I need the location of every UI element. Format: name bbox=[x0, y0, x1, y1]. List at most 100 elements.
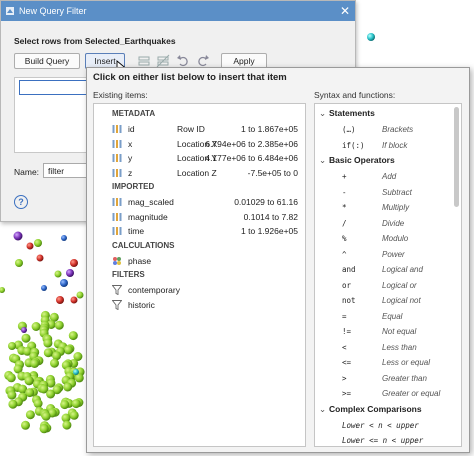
name-input[interactable]: filter bbox=[43, 163, 89, 178]
syntax-code: if(:) bbox=[342, 140, 365, 150]
syntax-description: Multiply bbox=[382, 203, 410, 212]
chevron-down-icon: ⌄ bbox=[319, 403, 327, 414]
syntax-description: Divide bbox=[382, 218, 405, 228]
filter-icon bbox=[111, 299, 123, 310]
redo-icon[interactable] bbox=[196, 54, 210, 68]
item-name: phase bbox=[128, 255, 152, 266]
chevron-down-icon: ⌄ bbox=[319, 155, 327, 165]
add-row-icon[interactable] bbox=[137, 54, 151, 68]
syntax-row[interactable]: (…) Brackets bbox=[315, 123, 461, 136]
chevron-down-icon: ⌄ bbox=[319, 108, 327, 118]
syntax-row[interactable]: + Add bbox=[315, 170, 461, 183]
syntax-code: >= bbox=[342, 389, 352, 398]
syntax-row[interactable]: >= Greater or equal bbox=[315, 387, 461, 400]
item-description: Row ID bbox=[177, 124, 205, 134]
syntax-row[interactable]: > Greater than bbox=[315, 372, 461, 385]
syntax-section-heading[interactable]: ⌄ Basic Operators bbox=[319, 155, 395, 166]
section-label: Select rows from Selected_Earthquakes bbox=[14, 36, 176, 46]
dialog-titlebar: New Query Filter ✕ bbox=[1, 1, 355, 21]
item-name: x bbox=[128, 138, 133, 149]
syntax-row[interactable]: ^ Power bbox=[315, 248, 461, 261]
item-range: 4.177e+06 to 6.484e+06 bbox=[205, 153, 298, 163]
syntax-code: = bbox=[342, 311, 347, 321]
item-name: historic bbox=[128, 299, 155, 310]
syntax-description: Add bbox=[382, 172, 397, 181]
item-row[interactable]: magnitude 0.1014 to 7.82 bbox=[94, 211, 305, 224]
item-range: 1 to 1.926e+05 bbox=[241, 226, 298, 236]
syntax-code: < bbox=[342, 342, 347, 352]
syntax-description: Greater than bbox=[382, 373, 427, 383]
syntax-code: ^ bbox=[342, 249, 347, 259]
syntax-description: If block bbox=[382, 140, 408, 150]
remove-row-icon[interactable] bbox=[156, 54, 170, 68]
syntax-code: / bbox=[342, 218, 347, 228]
syntax-description: Subtract bbox=[382, 187, 412, 197]
syntax-description: Equal bbox=[382, 311, 403, 321]
syntax-description: Logical not bbox=[382, 296, 421, 305]
item-row[interactable]: time 1 to 1.926e+05 bbox=[94, 225, 305, 238]
group-heading: FILTERS bbox=[112, 270, 145, 279]
syntax-section-title: Basic Operators bbox=[329, 155, 395, 165]
syntax-functions-label: Syntax and functions: bbox=[314, 90, 396, 100]
item-range: -7.5e+05 to 0 bbox=[247, 167, 298, 178]
item-row[interactable]: id Row ID 1 to 1.867e+05 bbox=[94, 123, 305, 136]
syntax-description: Brackets bbox=[382, 125, 414, 134]
item-row[interactable]: contemporary bbox=[94, 284, 305, 297]
close-icon[interactable]: ✕ bbox=[335, 1, 355, 21]
syntax-row[interactable]: < Less than bbox=[315, 341, 461, 354]
syntax-row[interactable]: = Equal bbox=[315, 310, 461, 323]
syntax-code: not bbox=[342, 296, 356, 305]
build-query-button[interactable]: Build Query bbox=[14, 53, 80, 69]
insert-item-popup: Click on either list below to insert tha… bbox=[86, 67, 470, 453]
syntax-code: > bbox=[342, 373, 347, 383]
column-icon bbox=[112, 153, 122, 163]
syntax-section-heading[interactable]: ⌄ Statements bbox=[319, 108, 375, 119]
column-icon bbox=[112, 139, 122, 149]
item-name: magnitude bbox=[128, 211, 168, 222]
syntax-row[interactable]: % Modulo bbox=[315, 232, 461, 245]
item-row[interactable]: x Location X 6.794e+06 to 2.385e+06 bbox=[94, 138, 305, 151]
syntax-row[interactable]: and Logical and bbox=[315, 263, 461, 276]
syntax-description: Logical or bbox=[382, 280, 417, 290]
item-name: mag_scaled bbox=[128, 197, 174, 207]
syntax-row[interactable]: * Multiply bbox=[315, 201, 461, 214]
popup-title: Click on either list below to insert tha… bbox=[93, 72, 287, 83]
syntax-code: (…) bbox=[342, 125, 356, 134]
syntax-code: Lower < n < upper bbox=[342, 420, 419, 430]
dialog-title: New Query Filter bbox=[19, 6, 87, 16]
column-icon bbox=[112, 197, 122, 207]
syntax-row[interactable]: not Logical not bbox=[315, 294, 461, 307]
item-range: 6.794e+06 to 2.385e+06 bbox=[205, 138, 298, 149]
syntax-row[interactable]: <= Less or equal bbox=[315, 356, 461, 369]
item-range: 1 to 1.867e+05 bbox=[241, 124, 298, 134]
syntax-row[interactable]: if(:) If block bbox=[315, 139, 461, 152]
syntax-row[interactable]: != Not equal bbox=[315, 325, 461, 338]
item-name: time bbox=[128, 226, 145, 236]
syntax-row[interactable]: or Logical or bbox=[315, 279, 461, 292]
syntax-row[interactable]: - Subtract bbox=[315, 186, 461, 199]
application-window: New Query Filter ✕ Select rows from Sele… bbox=[0, 0, 474, 456]
undo-icon[interactable] bbox=[176, 54, 190, 68]
column-icon bbox=[112, 124, 122, 134]
syntax-functions-list[interactable]: ⌄ Statements (…) Brackets if(:) If block ⌄ Basi… bbox=[314, 103, 462, 447]
item-row[interactable]: mag_scaled 0.01029 to 61.16 bbox=[94, 196, 305, 209]
syntax-description: Not equal bbox=[382, 327, 417, 336]
syntax-row[interactable]: Lower <= n < upper bbox=[315, 434, 461, 446]
item-row[interactable]: historic bbox=[94, 299, 305, 312]
filter-icon bbox=[111, 285, 123, 296]
item-row[interactable]: z Location Z -7.5e+05 to 0 bbox=[94, 167, 305, 180]
syntax-row[interactable]: / Divide bbox=[315, 217, 461, 230]
category-icon bbox=[112, 256, 122, 266]
syntax-code: or bbox=[342, 280, 352, 290]
syntax-row[interactable]: Lower < n < upper bbox=[315, 419, 461, 432]
help-icon[interactable]: ? bbox=[14, 195, 28, 209]
item-name: z bbox=[128, 167, 133, 178]
syntax-section-heading[interactable]: ⌄ Complex Comparisons bbox=[319, 404, 422, 415]
item-row[interactable]: phase bbox=[94, 255, 305, 268]
syntax-section-title: Complex Comparisons bbox=[329, 403, 422, 414]
item-name: id bbox=[128, 124, 135, 134]
existing-items-list[interactable]: METADATA id Row ID 1 to 1.867e+05 x Location … bbox=[93, 103, 306, 447]
item-range: 0.1014 to 7.82 bbox=[243, 211, 298, 222]
item-row[interactable]: y Location Y 4.177e+06 to 6.484e+06 bbox=[94, 152, 305, 165]
syntax-code: Lower <= n < upper bbox=[342, 436, 424, 445]
